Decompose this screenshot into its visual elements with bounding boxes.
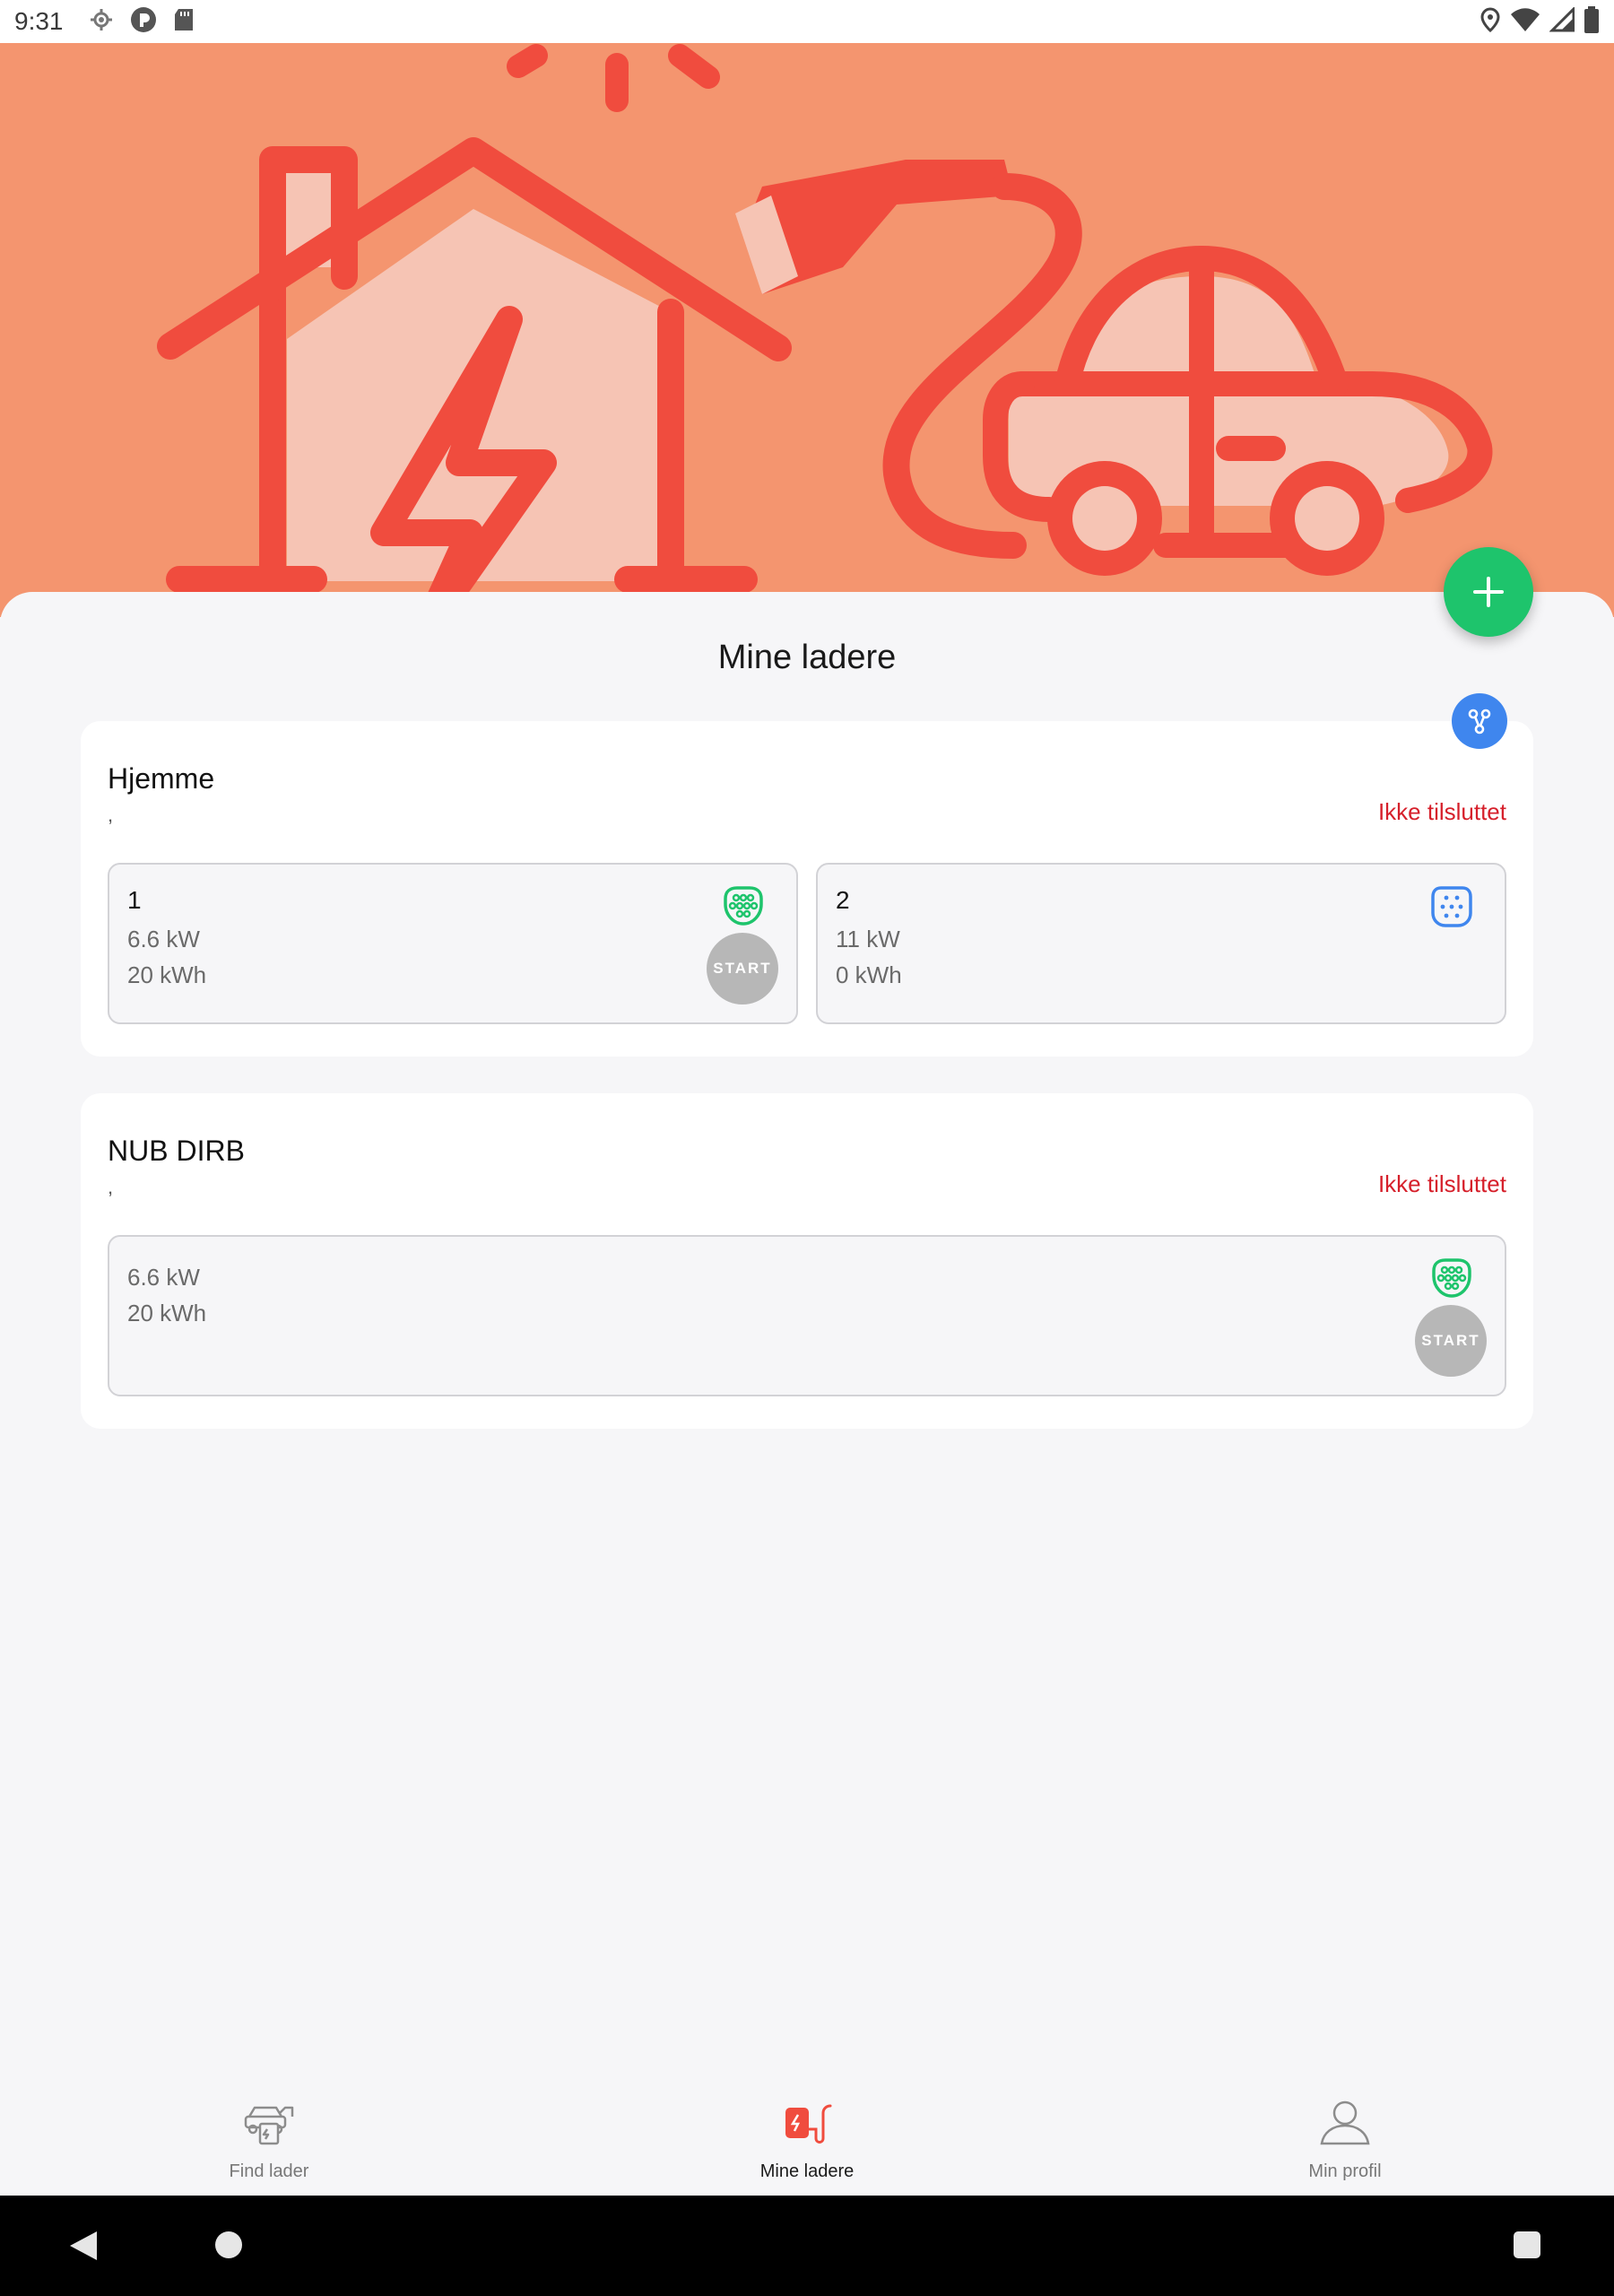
hero-banner — [0, 43, 1614, 617]
system-navigation-bar — [0, 2196, 1614, 2296]
connector-name: 1 — [127, 886, 142, 914]
nav-label: Find lader — [229, 2161, 309, 2181]
charger-address: , — [108, 804, 114, 826]
sd-card-icon — [173, 7, 195, 37]
type2-plug-icon — [1432, 1258, 1471, 1298]
charger-card[interactable]: Hjemme , Ikke tilsluttet 1 6.6 kW 20 kWh… — [81, 721, 1533, 1057]
battery-icon — [1584, 5, 1600, 38]
connector-name: 2 — [836, 886, 850, 914]
type2-plug-icon — [724, 886, 763, 926]
charger-name: NUB DIRB — [108, 1135, 245, 1167]
share-icon — [1468, 709, 1491, 735]
connector-card[interactable]: 2 11 kW 0 kWh — [816, 863, 1506, 1024]
connector-energy: 20 kWh — [127, 1300, 207, 1326]
plus-icon — [1473, 577, 1504, 607]
status-bar: 9:31 — [0, 0, 1614, 43]
nav-label: Mine ladere — [759, 2161, 855, 2181]
wifi-icon — [1510, 7, 1540, 37]
home-charging-illustration — [157, 44, 1493, 617]
connector-card[interactable]: 6.6 kW 20 kWh START — [108, 1235, 1506, 1396]
nav-label: Min profil — [1308, 2161, 1382, 2181]
nav-my-chargers[interactable]: Mine ladere — [538, 2063, 1076, 2196]
recent-apps-icon[interactable] — [1514, 2231, 1540, 2258]
connection-status: Ikke tilsluttet — [1377, 1170, 1506, 1197]
connection-status: Ikke tilsluttet — [1377, 798, 1506, 825]
page-title: Mine ladere — [717, 639, 897, 676]
nav-find-charger[interactable]: Find lader — [0, 2063, 538, 2196]
connector-energy: 0 kWh — [836, 961, 902, 988]
back-icon[interactable] — [68, 2230, 99, 2262]
connector-power: 6.6 kW — [127, 926, 200, 952]
app-notification-icon — [130, 6, 157, 38]
find-charger-icon — [244, 2106, 294, 2145]
status-time: 9:31 — [14, 7, 64, 35]
signal-icon — [1549, 4, 1575, 37]
connector-power: 6.6 kW — [127, 1264, 200, 1291]
charger-address: , — [108, 1176, 114, 1198]
connector-power: 11 kW — [836, 926, 900, 952]
location-icon — [1480, 6, 1501, 37]
add-charger-button[interactable] — [1444, 547, 1533, 637]
bottom-navigation: Find lader Mine ladere Min profil — [0, 2063, 1614, 2196]
connector-card[interactable]: 1 6.6 kW 20 kWh START — [108, 863, 798, 1024]
profile-icon — [1320, 2100, 1370, 2145]
nav-my-profile[interactable]: Min profil — [1076, 2063, 1614, 2196]
share-button[interactable] — [1452, 693, 1507, 749]
gps-icon — [89, 7, 114, 37]
charger-card[interactable]: NUB DIRB , Ikke tilsluttet 6.6 kW 20 kWh… — [81, 1093, 1533, 1429]
home-icon[interactable] — [215, 2231, 242, 2258]
start-button[interactable]: START — [1415, 1305, 1487, 1377]
start-button[interactable]: START — [707, 933, 778, 1004]
charger-name: Hjemme — [108, 762, 215, 795]
connector-energy: 20 kWh — [127, 961, 207, 988]
my-chargers-icon — [785, 2104, 832, 2144]
type2-socket-icon — [1431, 886, 1472, 927]
